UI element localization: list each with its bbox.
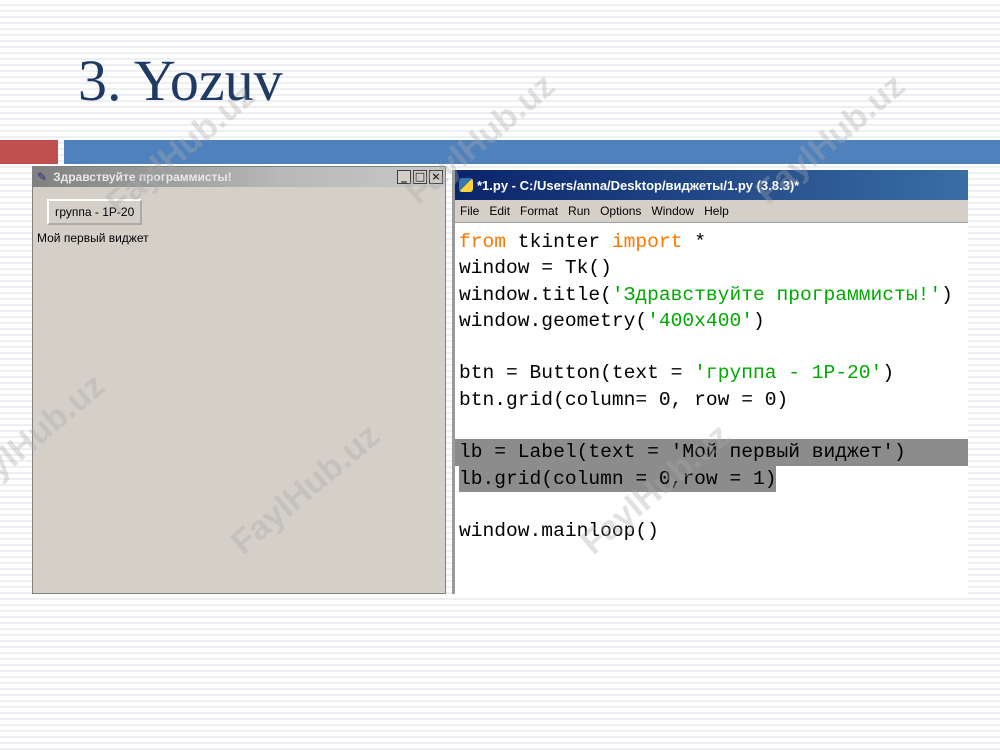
string-literal: 'группа - 1Р-20' <box>694 362 883 385</box>
python-icon <box>459 178 473 192</box>
menu-help[interactable]: Help <box>699 204 734 218</box>
string-literal: 'Здравствуйте программисты!' <box>611 283 942 306</box>
accent-bar-red <box>0 140 58 164</box>
code-line: btn = Button(text = 'группа - 1Р-20') <box>459 362 895 385</box>
menu-run[interactable]: Run <box>563 204 595 218</box>
code-editor[interactable]: from tkinter import * window = Tk() wind… <box>455 223 968 545</box>
minimize-button[interactable]: _ <box>397 170 411 184</box>
accent-bar-blue <box>64 140 1000 164</box>
maximize-button[interactable]: □ <box>413 170 427 184</box>
code-line: btn.grid(column= 0, row = 0) <box>459 388 789 411</box>
tk-window-title: Здравствуйте программисты! <box>53 170 232 184</box>
slide-title: 3. Yozuv <box>78 48 283 113</box>
tk-feather-icon: ✎ <box>37 170 48 184</box>
code-line: window.geometry('400x400') <box>459 309 765 332</box>
code-line-selected: lb = Label(text = 'Мой первый виджет') <box>455 439 968 466</box>
menu-format[interactable]: Format <box>515 204 563 218</box>
code-line: lb.grid(column = 0,row = 1) <box>455 465 968 492</box>
code-line: window.mainloop() <box>459 520 659 543</box>
code-line: window.title('Здравствуйте программисты!… <box>459 283 953 306</box>
code-line: window = Tk() <box>459 257 612 280</box>
menu-options[interactable]: Options <box>595 204 646 218</box>
idle-window-title: *1.py - C:/Users/anna/Desktop/виджеты/1.… <box>477 177 800 193</box>
menu-file[interactable]: File <box>455 204 484 218</box>
string-literal: '400x400' <box>647 309 753 332</box>
menu-bar: File Edit Format Run Options Window Help <box>455 200 968 223</box>
keyword: from <box>459 231 507 253</box>
tk-titlebar[interactable]: ✎ Здравствуйте программисты! _ □ × <box>33 167 445 187</box>
close-button[interactable]: × <box>429 170 443 184</box>
idle-titlebar[interactable]: *1.py - C:/Users/anna/Desktop/виджеты/1.… <box>455 170 968 200</box>
idle-editor-window: *1.py - C:/Users/anna/Desktop/виджеты/1.… <box>452 170 968 594</box>
keyword: import <box>611 231 683 253</box>
selected-text: lb.grid(column = 0,row = 1) <box>459 465 777 492</box>
menu-window[interactable]: Window <box>646 204 699 218</box>
code-line: from tkinter import * <box>459 231 706 253</box>
group-button[interactable]: группа - 1Р-20 <box>47 199 143 225</box>
tk-window: ✎ Здравствуйте программисты! _ □ × групп… <box>32 166 446 594</box>
menu-edit[interactable]: Edit <box>484 204 515 218</box>
widget-label: Мой первый виджет <box>37 231 149 245</box>
